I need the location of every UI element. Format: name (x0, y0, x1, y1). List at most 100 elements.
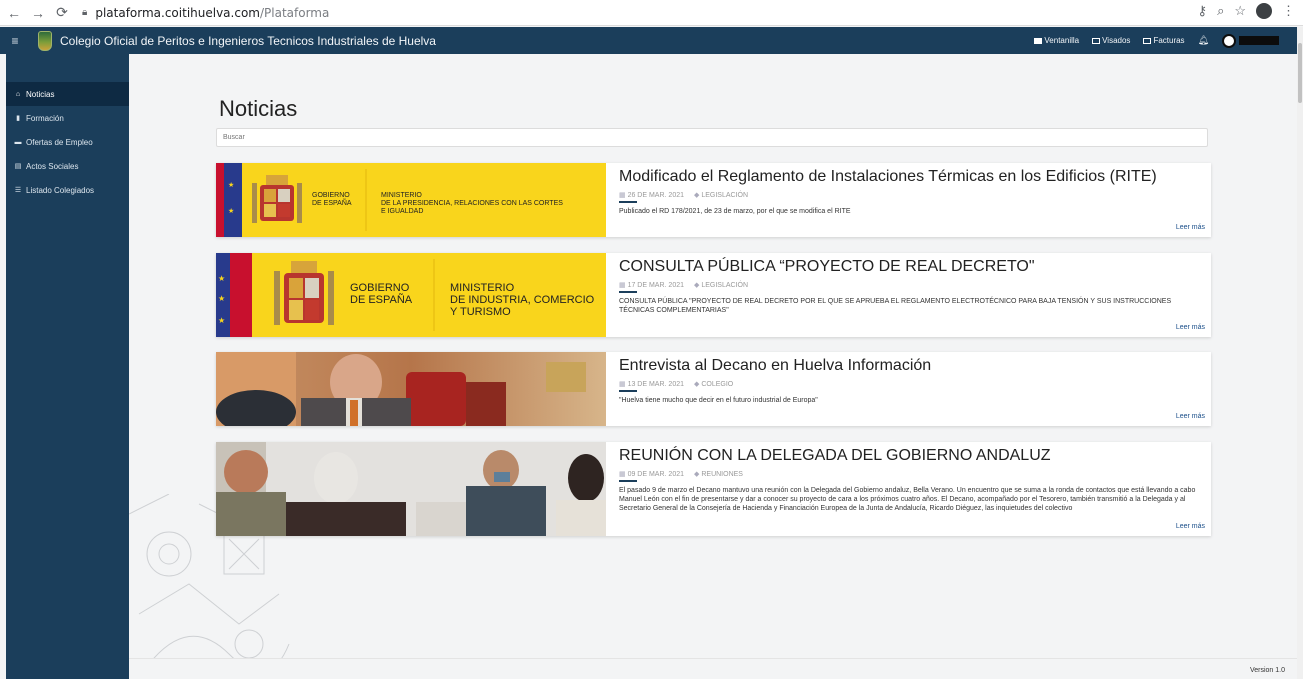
star-icon[interactable]: ☆ (1234, 3, 1246, 19)
forward-icon[interactable]: → (28, 3, 48, 23)
news-summary: El pasado 9 de marzo el Decano mantuvo u… (619, 487, 1196, 512)
bell-icon[interactable]: 🔔︎ (1198, 35, 1209, 46)
news-card[interactable]: Entrevista al Decano en Huelva Informaci… (216, 352, 1211, 426)
svg-text:Y TURISMO: Y TURISMO (450, 306, 511, 318)
sidebar: ⌂ Noticias ▮ Formación ▬ Ofertas de Empl… (6, 54, 129, 679)
profile-icon[interactable] (1256, 3, 1272, 19)
back-icon[interactable]: ← (4, 3, 24, 23)
news-date: 09 DE MAR. 2021 (627, 471, 684, 478)
sidebar-item-label: Actos Sociales (26, 161, 79, 171)
calendar-icon: ▦ (619, 192, 626, 199)
home-icon: ⌂ (15, 90, 21, 98)
news-image-gobierno-industria: ★ ★ ★ GOBIERNO DE ESPAÑA MINISTERIO DE I… (216, 253, 606, 337)
svg-text:★: ★ (218, 316, 225, 325)
key-icon[interactable]: ⚷ (1198, 3, 1208, 19)
news-date: 13 DE MAR. 2021 (627, 381, 684, 388)
svg-text:★: ★ (228, 207, 234, 215)
svg-text:DE ESPAÑA: DE ESPAÑA (350, 293, 413, 306)
accent-bar (619, 291, 637, 293)
browser-actions: ⚷ ⌕ ☆ ⋮ (1198, 3, 1295, 19)
news-card[interactable]: ★ ★ ★ GOBIERNO DE ESPAÑA MINISTERIO DE I… (216, 253, 1211, 337)
read-more-link[interactable]: Leer más (1176, 523, 1205, 530)
news-meta: ▦ 26 DE MAR. 2021 ◆ LEGISLACIÓN (619, 191, 1205, 199)
version-label: Version 1.0 (1249, 667, 1285, 674)
news-title[interactable]: Modificado el Reglamento de Instalacione… (619, 167, 1205, 187)
news-body: CONSULTA PÚBLICA “PROYECTO DE REAL DECRE… (619, 253, 1205, 337)
tag-icon: ◆ (694, 471, 700, 478)
news-title[interactable]: Entrevista al Decano en Huelva Informaci… (619, 356, 1205, 376)
menu-ventanilla[interactable]: Ventanilla (1034, 36, 1079, 45)
zoom-icon[interactable]: ⌕ (1217, 3, 1224, 19)
sidebar-item-listado-colegiados[interactable]: ☰ Listado Colegiados (6, 178, 129, 202)
svg-text:DE ESPAÑA: DE ESPAÑA (312, 198, 352, 207)
hamburger-icon[interactable]: ≡ (0, 34, 30, 48)
news-body: Modificado el Reglamento de Instalacione… (619, 163, 1205, 237)
tag-icon: ◆ (694, 282, 700, 289)
browser-toolbar: ← → ⟳ 🔒︎ plataforma.coitihuelva.com /Pla… (0, 0, 1303, 26)
sidebar-item-label: Ofertas de Empleo (26, 137, 93, 147)
news-category: LEGISLACIÓN (701, 282, 749, 289)
menu-visados-label: Visados (1102, 36, 1131, 45)
news-summary: Publicado el RD 178/2021, de 23 de marzo… (619, 208, 851, 215)
accent-bar (619, 201, 637, 203)
svg-text:MINISTERIO: MINISTERIO (381, 192, 422, 199)
news-date: 26 DE MAR. 2021 (627, 192, 684, 199)
sidebar-item-formacion[interactable]: ▮ Formación (6, 106, 129, 130)
sidebar-item-label: Formación (26, 113, 64, 123)
reload-icon[interactable]: ⟳ (52, 3, 72, 23)
avatar (1222, 33, 1236, 48)
search-input[interactable] (216, 128, 1208, 147)
menu-facturas-label: Facturas (1153, 36, 1185, 45)
news-meta: ▦ 13 DE MAR. 2021 ◆ COLEGIO (619, 380, 1205, 388)
sidebar-item-noticias[interactable]: ⌂ Noticias (6, 82, 129, 106)
svg-text:GOBIERNO: GOBIERNO (312, 192, 350, 199)
read-more-link[interactable]: Leer más (1176, 413, 1205, 420)
page-title: Noticias (219, 96, 298, 121)
news-title[interactable]: CONSULTA PÚBLICA “PROYECTO DE REAL DECRE… (619, 257, 1205, 277)
document-icon (1092, 37, 1101, 44)
svg-text:E IGUALDAD: E IGUALDAD (381, 208, 423, 215)
tag-icon: ◆ (694, 381, 700, 388)
menu-kebab-icon[interactable]: ⋮ (1282, 3, 1295, 19)
invoice-icon (1143, 37, 1152, 44)
news-body: REUNIÓN CON LA DELEGADA DEL GOBIERNO AND… (619, 442, 1205, 536)
page-scrollbar[interactable] (1297, 27, 1303, 679)
user-menu[interactable] (1222, 33, 1279, 48)
scroll-thumb[interactable] (1298, 43, 1302, 103)
window-icon (1034, 37, 1043, 44)
svg-text:GOBIERNO: GOBIERNO (350, 282, 410, 294)
sidebar-item-ofertas-empleo[interactable]: ▬ Ofertas de Empleo (6, 130, 129, 154)
accent-bar (619, 480, 637, 482)
address-bar[interactable]: 🔒︎ plataforma.coitihuelva.com /Plataform… (82, 6, 329, 20)
read-more-link[interactable]: Leer más (1176, 324, 1205, 331)
news-title[interactable]: REUNIÓN CON LA DELEGADA DEL GOBIERNO AND… (619, 446, 1205, 466)
svg-text:★: ★ (228, 181, 234, 189)
calendar-icon: ▦ (619, 471, 626, 478)
menu-visados[interactable]: Visados (1092, 36, 1130, 45)
news-summary: CONSULTA PÚBLICA "PROYECTO DE REAL DECRE… (619, 298, 1172, 314)
main-content: Noticias ★ ★ GOBIERNO (129, 54, 1297, 679)
news-card[interactable]: REUNIÓN CON LA DELEGADA DEL GOBIERNO AND… (216, 442, 1211, 536)
news-image-interview-photo (216, 352, 606, 426)
news-meta: ▦ 17 DE MAR. 2021 ◆ LEGISLACIÓN (619, 281, 1205, 289)
sidebar-item-label: Noticias (26, 89, 55, 99)
sidebar-item-actos-sociales[interactable]: ▤ Actos Sociales (6, 154, 129, 178)
news-category: LEGISLACIÓN (701, 192, 749, 199)
news-meta: ▦ 09 DE MAR. 2021 ◆ REUNIONES (619, 470, 1205, 478)
calendar-icon: ▦ (619, 381, 626, 388)
header-menu: Ventanilla Visados Facturas 🔔︎ (1034, 27, 1279, 54)
read-more-link[interactable]: Leer más (1176, 224, 1205, 231)
svg-text:★: ★ (218, 274, 225, 283)
list-icon: ☰ (14, 187, 22, 194)
menu-facturas[interactable]: Facturas (1143, 36, 1185, 45)
sidebar-item-label: Listado Colegiados (26, 185, 95, 195)
news-image-meeting-photo (216, 442, 606, 536)
college-crest-logo (38, 30, 52, 51)
news-category: REUNIONES (701, 471, 743, 478)
svg-text:★: ★ (218, 294, 225, 303)
lock-icon: 🔒︎ (82, 7, 88, 18)
url-path: /Plataforma (259, 5, 330, 20)
news-card[interactable]: ★ ★ GOBIERNO DE ESPAÑA MINISTERIO DE LA … (216, 163, 1211, 237)
briefcase-icon: ▬ (14, 138, 22, 146)
news-image-gobierno-presidencia: ★ ★ GOBIERNO DE ESPAÑA MINISTERIO DE LA … (216, 163, 606, 237)
